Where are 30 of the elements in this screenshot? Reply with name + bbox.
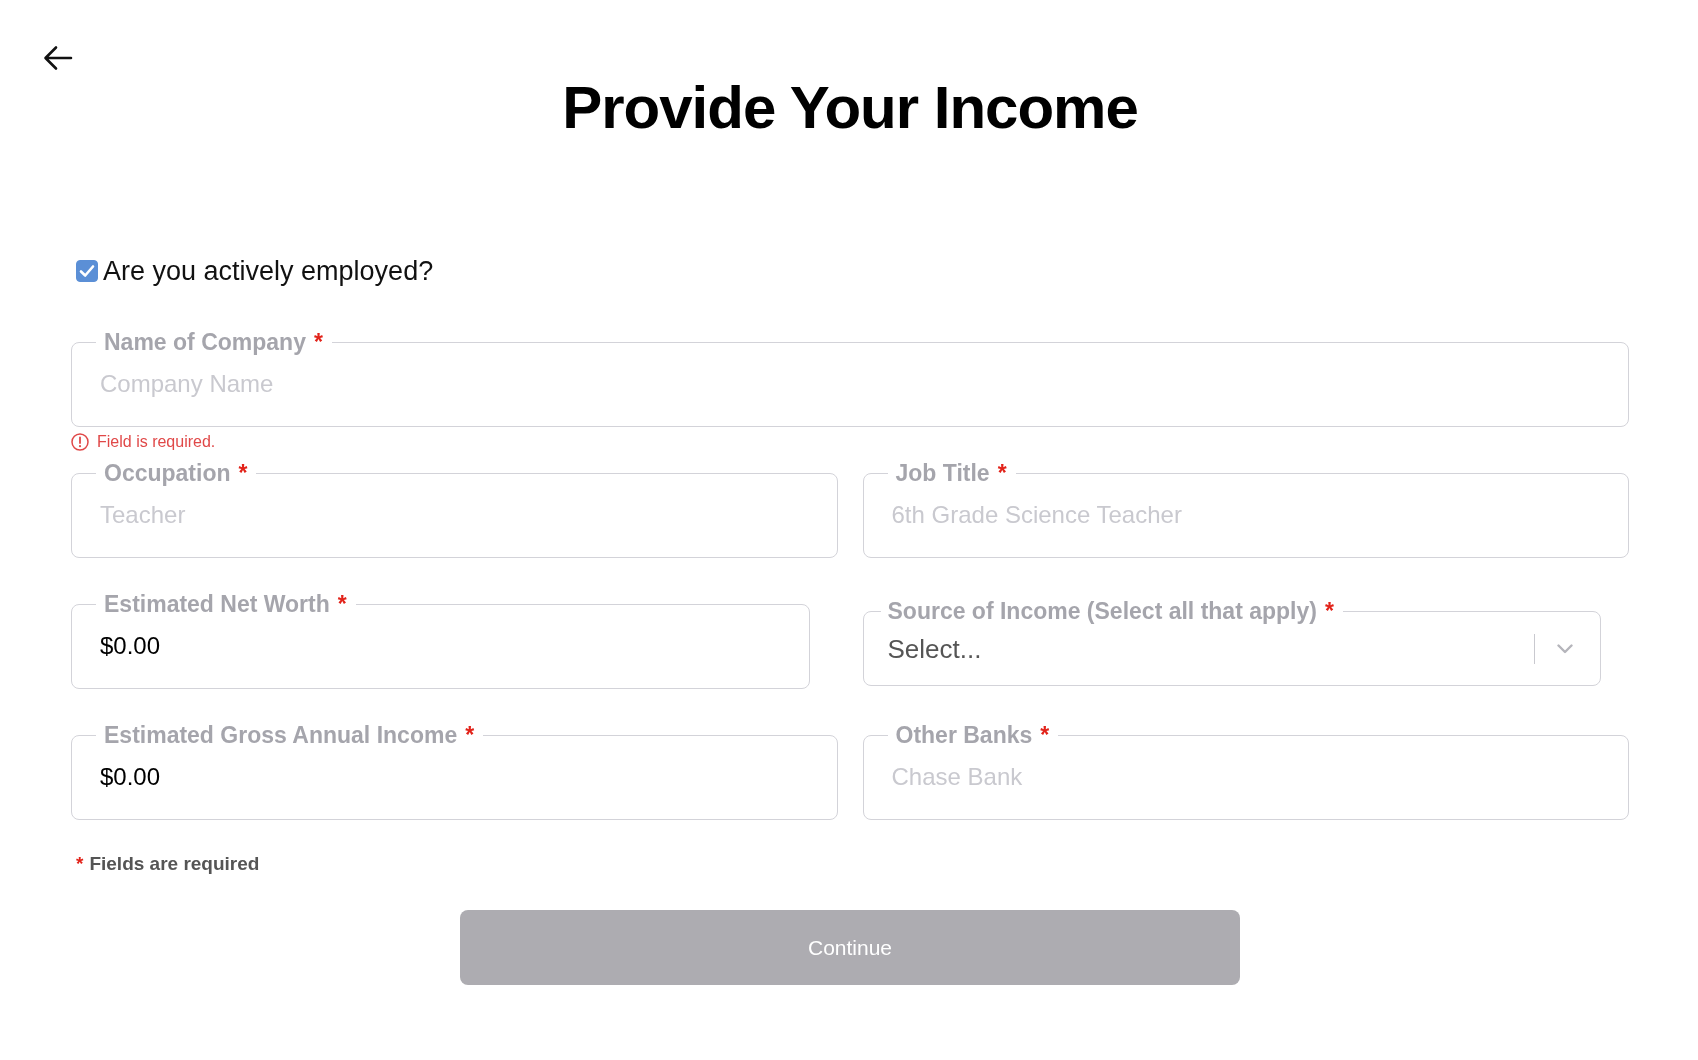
- field-label: Occupation: [104, 460, 231, 486]
- error-icon: [71, 433, 89, 451]
- required-asterisk: *: [1040, 722, 1050, 748]
- field-label: Estimated Net Worth: [104, 591, 330, 617]
- page-title: Provide Your Income: [561, 73, 1139, 143]
- field-label: Job Title: [895, 460, 990, 486]
- arrow-left-icon: [43, 45, 73, 71]
- required-asterisk: *: [1324, 598, 1334, 624]
- required-asterisk: *: [337, 591, 347, 617]
- text-input[interactable]: $0.00: [96, 762, 813, 792]
- back-button[interactable]: [43, 45, 73, 71]
- error-message: Field is required.: [97, 433, 216, 451]
- text-field[interactable]: Estimated Net Worth * $0.00: [71, 591, 810, 689]
- required-asterisk: *: [238, 460, 248, 486]
- select-field[interactable]: Source of Income (Select all that apply) * Select...: [862, 598, 1601, 686]
- checkbox[interactable]: [76, 260, 98, 282]
- required-asterisk: *: [997, 460, 1007, 486]
- select-placeholder: Select...: [886, 633, 983, 665]
- required-note: Fields are required: [89, 853, 260, 875]
- field-label: Source of Income (Select all that apply): [887, 598, 1317, 624]
- required-asterisk: *: [465, 722, 475, 748]
- field-label: Estimated Gross Annual Income: [104, 722, 458, 748]
- field-label: Name of Company: [104, 329, 306, 355]
- required-asterisk: *: [76, 853, 84, 875]
- checkbox-label: Are you actively employed?: [103, 255, 434, 287]
- chevron-down-icon: [1557, 644, 1573, 654]
- field-label: Other Banks: [895, 722, 1033, 748]
- required-asterisk: *: [313, 329, 323, 355]
- text-field[interactable]: Estimated Gross Annual Income * $0.00: [71, 722, 838, 820]
- text-input[interactable]: $0.00: [96, 631, 785, 661]
